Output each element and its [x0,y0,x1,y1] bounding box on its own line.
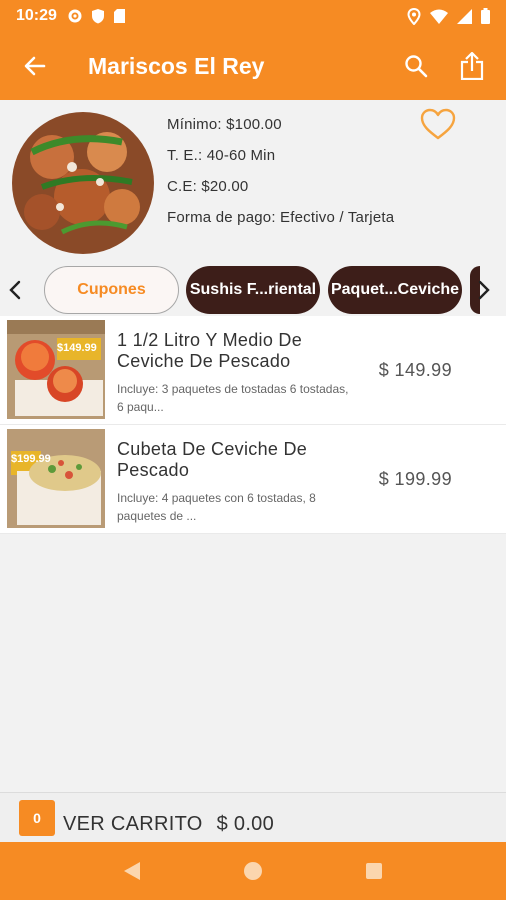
sd-card-icon [113,9,125,23]
product-image: $149.99 [7,320,105,419]
product-image: $199.99 [7,429,105,528]
category-tabs: Cupones Sushis F...riental Paquet...Cevi… [0,262,506,318]
search-button[interactable] [388,32,444,100]
wifi-icon [430,9,448,24]
product-name: 1 1/2 Litro Y Medio De Ceviche De Pescad… [117,330,303,371]
view-cart-bar[interactable]: 0 VER CARRITO $ 0.00 [0,792,506,842]
restaurant-info: Mínimo: $100.00 T. E.: 40-60 Min C.E: $2… [0,100,506,260]
shield-icon [91,9,104,24]
minimum-order: Mínimo: $100.00 [167,116,282,133]
product-image-badge: $199.99 [11,453,51,465]
product-price: $ 199.99 [378,469,452,489]
signal-icon [457,8,472,24]
status-bar: 10:29 [0,0,506,32]
product-image-badge: $149.99 [57,342,97,354]
product-name: Cubeta De Ceviche De Pescado [117,439,308,480]
product-list: $149.99 1 1/2 Litro Y Medio De Ceviche D… [0,316,506,534]
nav-recents-button[interactable] [354,851,394,891]
chevron-left-icon [9,280,21,300]
cart-count-badge: 0 [19,799,55,836]
nav-back-icon [124,862,141,880]
favorite-button[interactable] [420,108,456,142]
page-title: Mariscos El Rey [88,52,265,79]
list-item[interactable]: $149.99 1 1/2 Litro Y Medio De Ceviche D… [0,316,506,425]
product-description: Incluye: 3 paquetes de tostadas 6 tostad… [117,382,349,414]
tabs-scroll-left[interactable] [0,262,30,318]
tab-cupones[interactable]: Cupones [44,266,179,314]
delivery-cost: C.E: $20.00 [167,178,249,195]
search-icon [405,55,428,78]
status-time: 10:29 [16,7,57,24]
nav-back-button[interactable] [112,851,152,891]
back-arrow-icon [24,56,46,76]
system-nav-bar [0,842,506,900]
product-description: Incluye: 4 paquetes con 6 tostadas, 8 pa… [117,491,316,523]
nav-home-icon [243,862,262,880]
chevron-right-icon [478,280,490,300]
settings-icon [68,9,82,23]
payment-method: Forma de pago: Efectivo / Tarjeta [167,209,395,226]
app-bar: Mariscos El Rey [0,32,506,100]
restaurant-photo [12,112,154,254]
tab-paquetes-ceviche[interactable]: Paquet...Ceviche [328,266,462,314]
nav-home-button[interactable] [233,851,273,891]
location-icon [407,7,421,25]
heart-icon [420,108,456,140]
cart-total: $ 0.00 [216,813,275,835]
tab-sushis[interactable]: Sushis F...riental [186,266,320,314]
time-estimate: T. E.: 40-60 Min [167,147,276,164]
view-cart-label: VER CARRITO [63,813,203,835]
product-price: $ 149.99 [378,360,452,380]
tabs-scroll-right[interactable] [468,262,500,318]
list-item[interactable]: $199.99 Cubeta De Ceviche De Pescado Inc… [0,425,506,534]
back-button[interactable] [0,32,70,100]
battery-icon [481,8,490,24]
nav-recents-icon [365,863,382,879]
share-button[interactable] [444,32,500,100]
share-icon [460,52,484,80]
